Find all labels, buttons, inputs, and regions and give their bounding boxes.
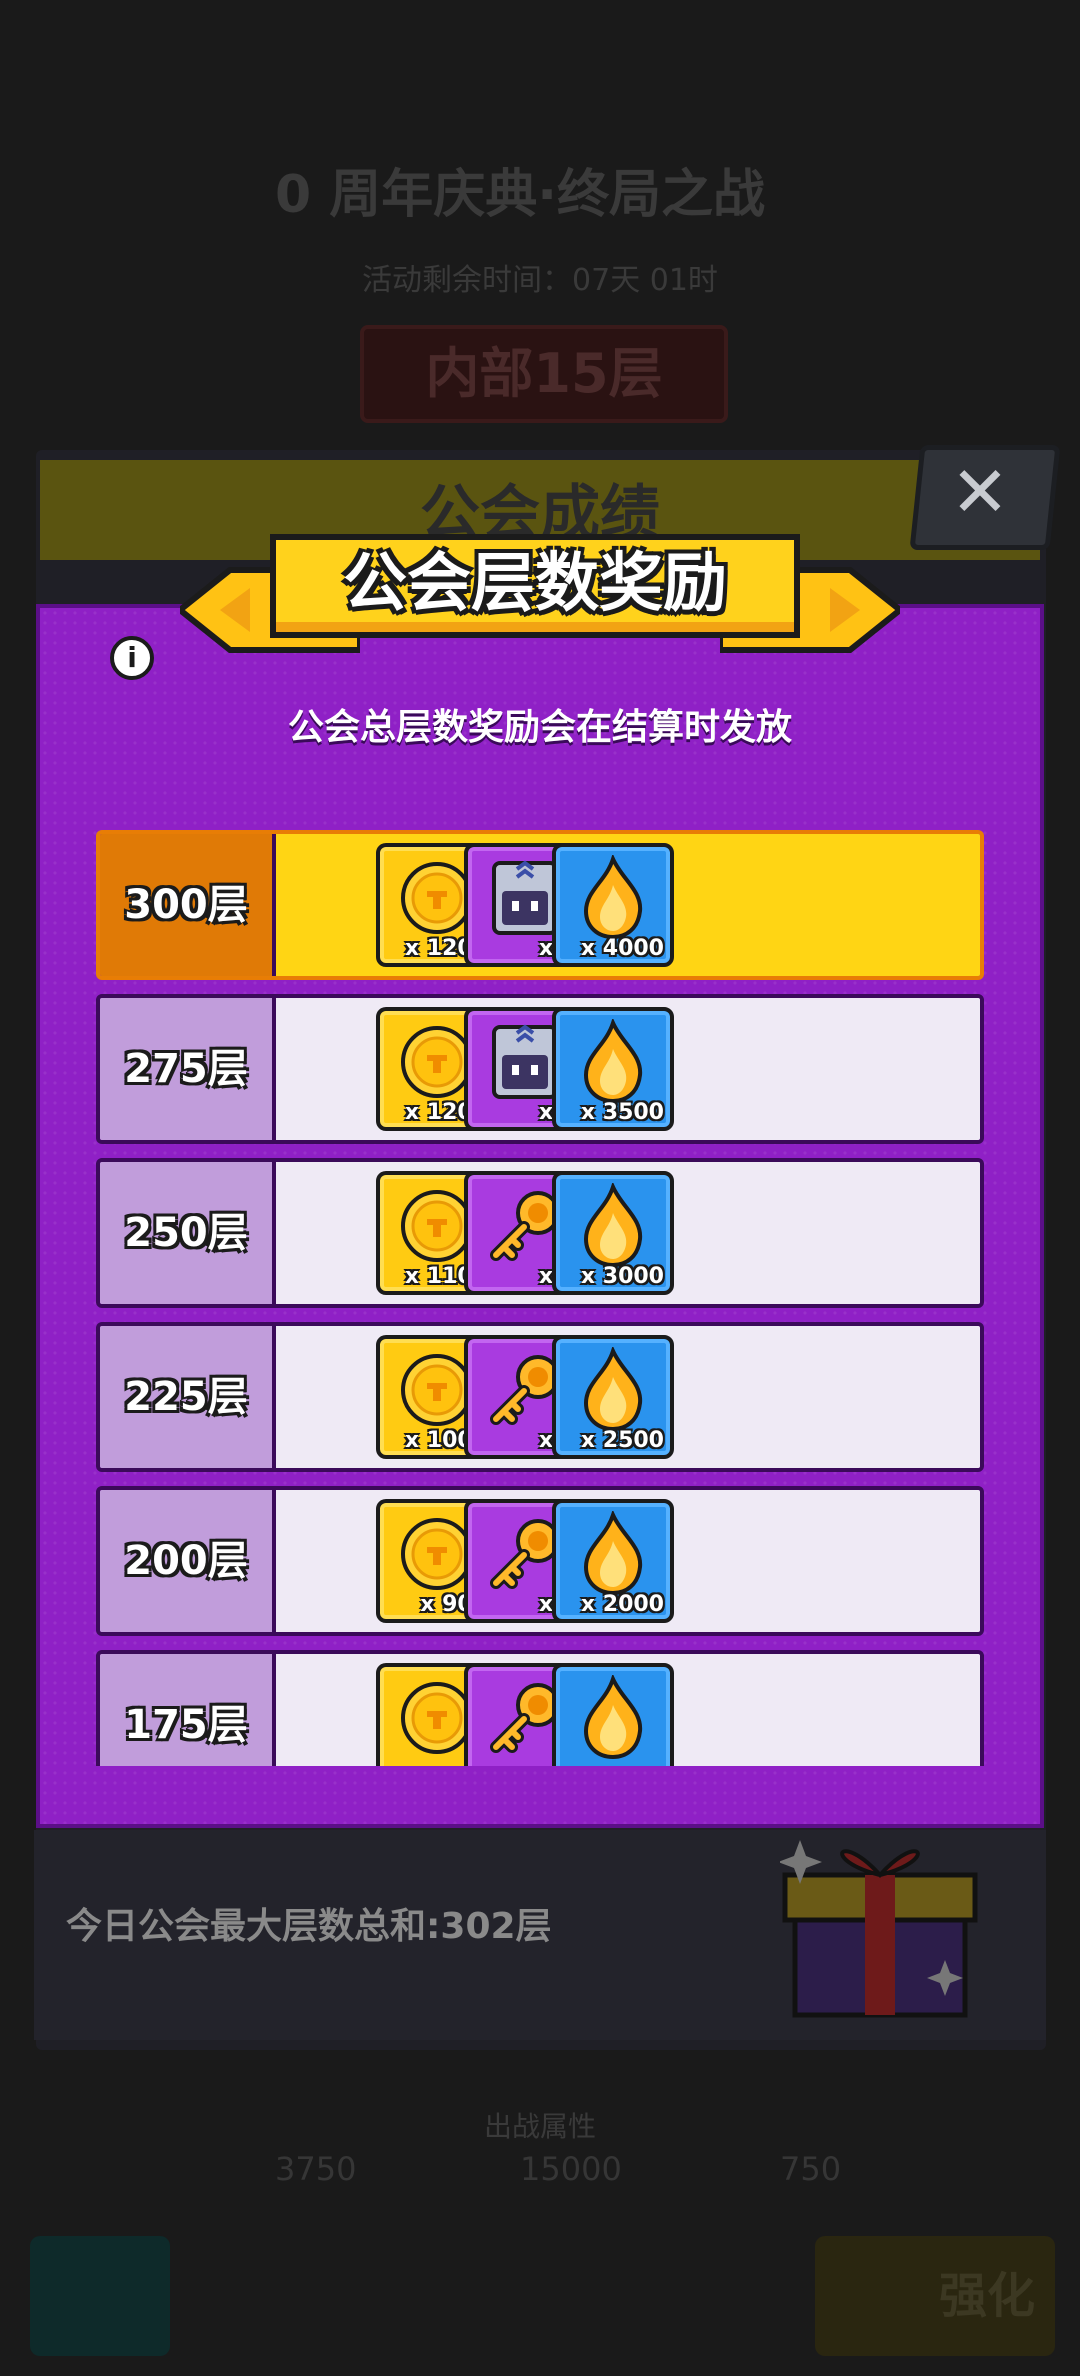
reward-list[interactable]: 300层x 1200x 1x 4000275层x 1200x 1x 350025… — [96, 830, 984, 1766]
flame-icon — [583, 1347, 643, 1432]
reward-row: 175层 — [96, 1650, 984, 1766]
stat-value-3: 750 — [780, 2150, 842, 2188]
flame-icon — [583, 1019, 643, 1104]
summary-text: 今日公会最大层数总和:302层 — [66, 1906, 552, 1947]
reward-items: x 1200x 1x 4000 — [276, 834, 980, 976]
reward-items: x 1200x 1x 3500 — [276, 998, 980, 1140]
info-icon[interactable]: i — [110, 636, 154, 680]
close-icon[interactable]: ✕ — [915, 445, 1045, 540]
back-button[interactable] — [30, 2236, 170, 2356]
flame-icon — [583, 1183, 643, 1268]
floor-label: 内部15层 — [360, 325, 728, 423]
reward-quantity: x 3500 — [580, 1100, 664, 1125]
reward-item-flame[interactable]: x 3500 — [552, 1007, 674, 1131]
attribute-label: 出战属性 — [483, 2110, 596, 2143]
reward-row: 225层x 1000x 4x 2500 — [96, 1322, 984, 1472]
reward-item-flame[interactable]: x 4000 — [552, 843, 674, 967]
reward-quantity: x 2500 — [580, 1428, 664, 1453]
reward-row: 275层x 1200x 1x 3500 — [96, 994, 984, 1144]
modal-subtitle: 公会总层数奖励会在结算时发放 — [287, 707, 792, 748]
modal-title: 公会层数奖励 — [343, 547, 727, 621]
reward-items: x 1100x 4x 3000 — [276, 1162, 980, 1304]
reward-items: x 1000x 4x 2500 — [276, 1326, 980, 1468]
reward-items: x 900x 3x 2000 — [276, 1490, 980, 1632]
event-title: 0 周年庆典·终局之战 — [274, 165, 766, 225]
reward-row: 250层x 1100x 4x 3000 — [96, 1158, 984, 1308]
floor-threshold-label: 275层 — [100, 998, 276, 1140]
reward-quantity: x 2000 — [580, 1592, 664, 1617]
stat-value-2: 15000 — [520, 2150, 622, 2188]
upgrade-button[interactable]: 强化 — [815, 2236, 1055, 2356]
reward-item-flame[interactable] — [552, 1663, 674, 1766]
flame-icon — [583, 855, 643, 940]
reward-items — [276, 1654, 980, 1766]
reward-row: 300层x 1200x 1x 4000 — [96, 830, 984, 980]
reward-item-flame[interactable]: x 3000 — [552, 1171, 674, 1295]
floor-threshold-label: 300层 — [100, 834, 276, 976]
gift-icon[interactable] — [780, 1830, 980, 2020]
reward-item-flame[interactable]: x 2000 — [552, 1499, 674, 1623]
floor-threshold-label: 200层 — [100, 1490, 276, 1632]
reward-row: 200层x 900x 3x 2000 — [96, 1486, 984, 1636]
stat-value-1: 3750 — [275, 2150, 357, 2188]
event-timer: 活动剩余时间：07天 01时 — [362, 263, 718, 298]
reward-quantity: x 4000 — [580, 936, 664, 961]
reward-quantity: x 3000 — [580, 1264, 664, 1289]
flame-icon — [583, 1511, 643, 1596]
floor-threshold-label: 225层 — [100, 1326, 276, 1468]
reward-item-flame[interactable]: x 2500 — [552, 1335, 674, 1459]
floor-threshold-label: 250层 — [100, 1162, 276, 1304]
floor-threshold-label: 175层 — [100, 1654, 276, 1766]
flame-icon — [583, 1675, 643, 1760]
